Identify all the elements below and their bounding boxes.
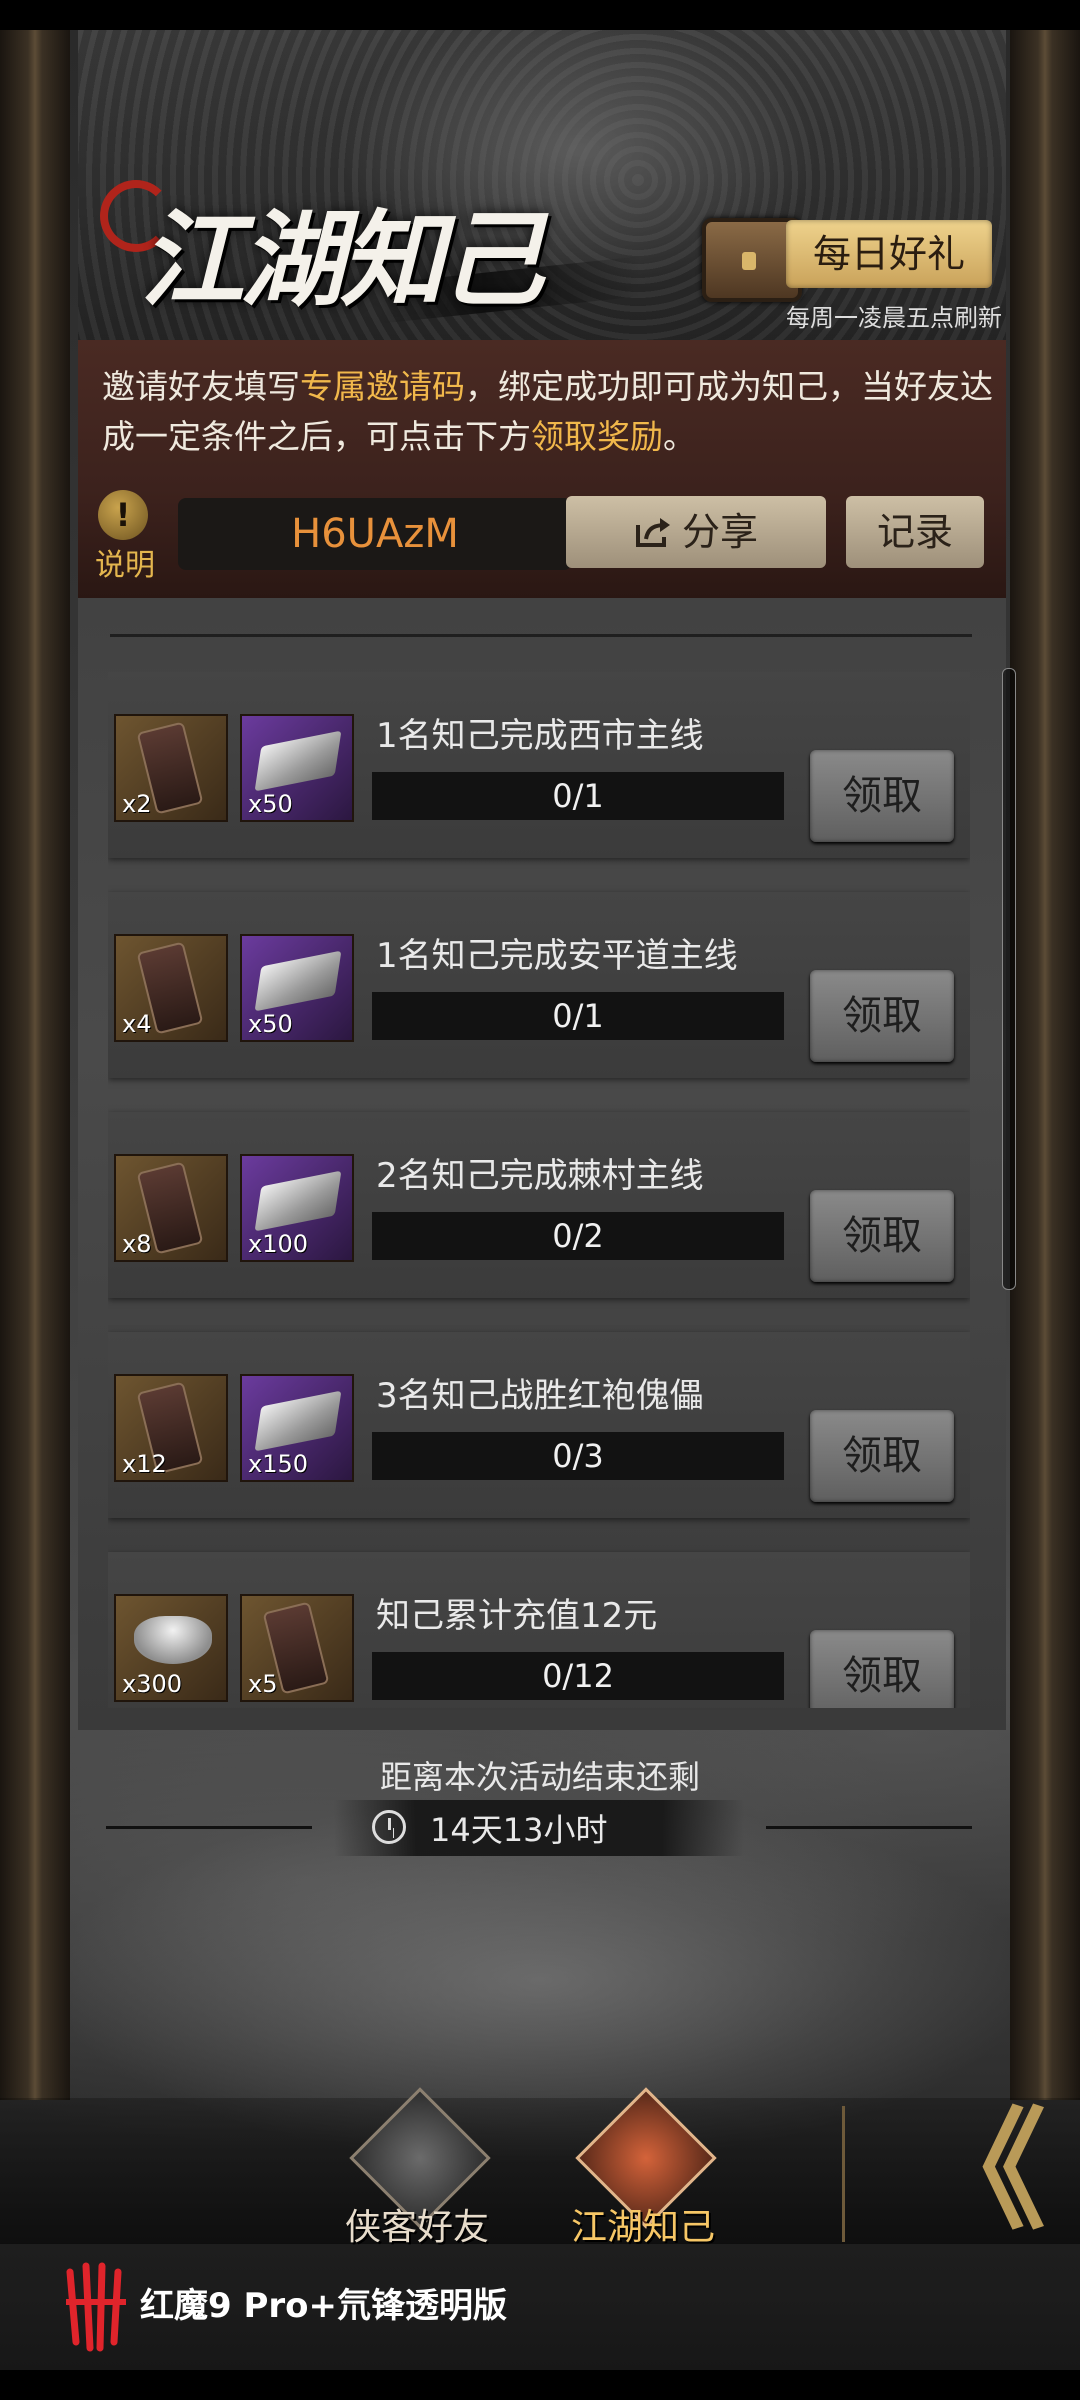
- silver-ingot-icon: [254, 730, 342, 792]
- countdown-line-right: [766, 1826, 972, 1829]
- task-title: 3名知己战胜红袍傀儡: [376, 1376, 704, 1416]
- notice-part: 。: [663, 417, 696, 456]
- countdown-remaining: 14天13小时: [430, 1811, 608, 1849]
- claim-button[interactable]: 领取: [810, 750, 954, 842]
- reward-item-ingot[interactable]: x100: [240, 1154, 354, 1262]
- reward-count: x150: [248, 1450, 309, 1478]
- reward-item-ingot[interactable]: x50: [240, 714, 354, 822]
- reward-count: x8: [122, 1230, 152, 1258]
- refresh-note: 每周一凌晨五点刷新: [786, 304, 1002, 332]
- task-list[interactable]: x2 x50 1名知己完成西市主线 0/1 领取 x4 x50 1名知己完成安平…: [108, 672, 970, 1708]
- nav-tab-label: 侠客好友: [344, 2207, 489, 2248]
- bottom-black-bar: [0, 2370, 1080, 2400]
- reward-item-token[interactable]: x4: [114, 934, 228, 1042]
- task-title: 知己累计充值12元: [376, 1596, 658, 1636]
- silver-yuanbao-icon: [134, 1616, 212, 1664]
- task-progress: 0/1: [372, 992, 784, 1040]
- task-row: x4 x50 1名知己完成安平道主线 0/1 领取: [108, 892, 970, 1078]
- reward-item-token[interactable]: x2: [114, 714, 228, 822]
- task-progress: 0/3: [372, 1432, 784, 1480]
- reward-count: x2: [122, 790, 152, 818]
- nav-tab-label: 江湖知己: [570, 2207, 715, 2248]
- task-progress: 0/1: [372, 772, 784, 820]
- device-name: 红魔9 Pro+氘锋透明版: [140, 2286, 508, 2326]
- reward-item-token[interactable]: x8: [114, 1154, 228, 1262]
- scrollbar[interactable]: [1002, 668, 1016, 1290]
- claim-button[interactable]: 领取: [810, 1410, 954, 1502]
- reward-count: x50: [248, 790, 293, 818]
- reward-count: x100: [248, 1230, 309, 1258]
- help-label[interactable]: 说明: [92, 540, 158, 584]
- countdown-line-left: [106, 1826, 312, 1829]
- task-row: x2 x50 1名知己完成西市主线 0/1 领取: [108, 672, 970, 858]
- reward-count: x50: [248, 1010, 293, 1038]
- invite-code-field[interactable]: H6UAzM: [178, 498, 572, 570]
- reward-item-token[interactable]: x12: [114, 1374, 228, 1482]
- silver-ingot-icon: [254, 1170, 342, 1232]
- daily-gift-button[interactable]: 每日好礼: [786, 220, 992, 288]
- task-title: 1名知己完成西市主线: [376, 716, 704, 756]
- right-pillar: [1010, 30, 1080, 2100]
- silver-ingot-icon: [254, 1390, 342, 1452]
- task-progress: 0/2: [372, 1212, 784, 1260]
- claim-button[interactable]: 领取: [810, 1630, 954, 1708]
- claim-button[interactable]: 领取: [810, 1190, 954, 1282]
- task-title: 1名知己完成安平道主线: [376, 936, 738, 976]
- left-pillar: [0, 30, 70, 2100]
- silver-ingot-icon: [254, 950, 342, 1012]
- task-row: x12 x150 3名知己战胜红袍傀儡 0/3 领取: [108, 1332, 970, 1518]
- reward-count: x4: [122, 1010, 152, 1038]
- top-black-bar: [0, 0, 1080, 30]
- reward-item-ingot[interactable]: x50: [240, 934, 354, 1042]
- task-row: x300 x5 知己累计充值12元 0/12 领取: [108, 1552, 970, 1708]
- claim-button[interactable]: 领取: [810, 970, 954, 1062]
- nav-tab-friends[interactable]: 侠客好友: [332, 2087, 502, 2250]
- notice-highlight-reward: 领取奖励: [531, 417, 663, 456]
- share-icon: [635, 518, 670, 547]
- nav-separator: [842, 2106, 845, 2242]
- share-button[interactable]: 分享: [566, 496, 826, 568]
- notice-highlight-code: 专属邀请码: [300, 367, 465, 406]
- notice-text: 邀请好友填写专属邀请码，绑定成功即可成为知己，当好友达成一定条件之后，可点击下方…: [102, 362, 1002, 462]
- redmagic-logo-icon: [66, 2262, 126, 2352]
- exclamation-icon[interactable]: !: [98, 490, 148, 540]
- countdown-label: 距离本次活动结束还剩: [379, 1758, 700, 1796]
- page-title: 江湖知己: [140, 198, 544, 321]
- task-title: 2名知己完成棘村主线: [376, 1156, 704, 1196]
- share-label: 分享: [681, 510, 758, 554]
- clock-icon: [372, 1810, 406, 1844]
- record-button[interactable]: 记录: [846, 496, 984, 568]
- reward-item-ingot[interactable]: x150: [240, 1374, 354, 1482]
- divider: [110, 634, 972, 637]
- notice-part: 邀请好友填写: [102, 367, 300, 406]
- reward-item-token[interactable]: x5: [240, 1594, 354, 1702]
- back-chevron-icon[interactable]: 《: [880, 2104, 1060, 2238]
- task-progress: 0/12: [372, 1652, 784, 1700]
- task-row: x8 x100 2名知己完成棘村主线 0/2 领取: [108, 1112, 970, 1298]
- reward-item-yuanbao[interactable]: x300: [114, 1594, 228, 1702]
- reward-count: x5: [248, 1670, 278, 1698]
- reward-count: x12: [122, 1450, 167, 1478]
- nav-tab-jianghu[interactable]: 江湖知己: [558, 2087, 728, 2250]
- reward-count: x300: [122, 1670, 183, 1698]
